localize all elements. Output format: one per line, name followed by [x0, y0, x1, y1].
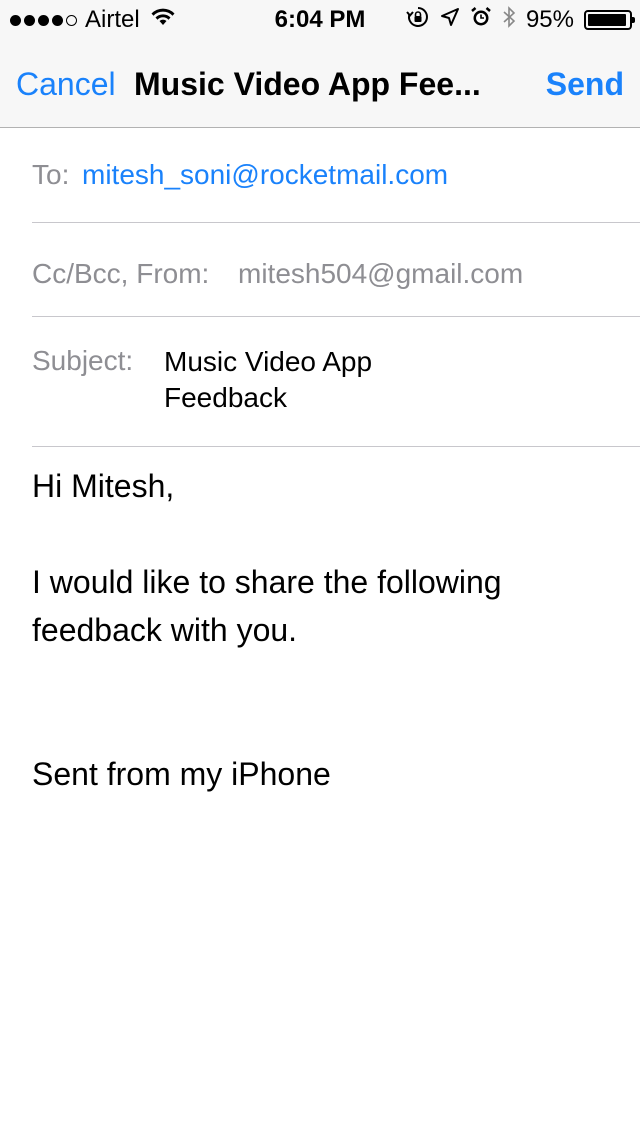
- body-greeting: Hi Mitesh,: [32, 468, 175, 504]
- signal-dot: [38, 14, 49, 26]
- bluetooth-icon: [502, 5, 516, 36]
- location-icon: [440, 6, 460, 34]
- status-bar: Airtel 6:04 PM 95%: [0, 0, 640, 40]
- body-signature: Sent from my iPhone: [32, 756, 331, 792]
- cancel-button[interactable]: Cancel: [16, 64, 116, 104]
- signal-dot: [10, 14, 21, 26]
- nav-bar: Cancel Music Video App Fee... Send: [0, 40, 640, 128]
- to-field-row[interactable]: To: mitesh_soni@rocketmail.com: [32, 128, 640, 223]
- signal-dot: [52, 14, 63, 26]
- body-message: I would like to share the following feed…: [32, 564, 502, 648]
- subject-input[interactable]: Music Video App Feedback: [164, 344, 464, 416]
- wifi-icon: [150, 6, 176, 34]
- subject-label: Subject:: [32, 345, 134, 376]
- battery-percent: 95%: [525, 6, 574, 33]
- to-label: To:: [32, 159, 70, 190]
- send-button[interactable]: Send: [546, 64, 624, 104]
- subject-field-row[interactable]: Subject: Music Video App Feedback: [32, 317, 640, 447]
- cc-from-label: Cc/Bcc, From:: [32, 258, 210, 289]
- battery-icon: [584, 10, 635, 30]
- signal-strength-icon: [10, 14, 77, 26]
- carrier-name: Airtel: [85, 6, 140, 33]
- message-body[interactable]: Hi Mitesh, I would like to share the fol…: [32, 462, 612, 798]
- status-right: 95%: [406, 5, 635, 36]
- rotation-lock-icon: [406, 5, 430, 36]
- alarm-icon: [470, 6, 492, 35]
- signal-dot: [24, 14, 35, 26]
- cc-from-field-row[interactable]: Cc/Bcc, From: mitesh504@gmail.com: [32, 223, 640, 317]
- from-address[interactable]: mitesh504@gmail.com: [238, 257, 523, 291]
- status-left: Airtel: [10, 6, 176, 34]
- to-recipient[interactable]: mitesh_soni@rocketmail.com: [82, 158, 448, 192]
- signal-dot: [66, 14, 77, 26]
- nav-title: Music Video App Fee...: [134, 66, 481, 102]
- battery-fill: [588, 14, 626, 26]
